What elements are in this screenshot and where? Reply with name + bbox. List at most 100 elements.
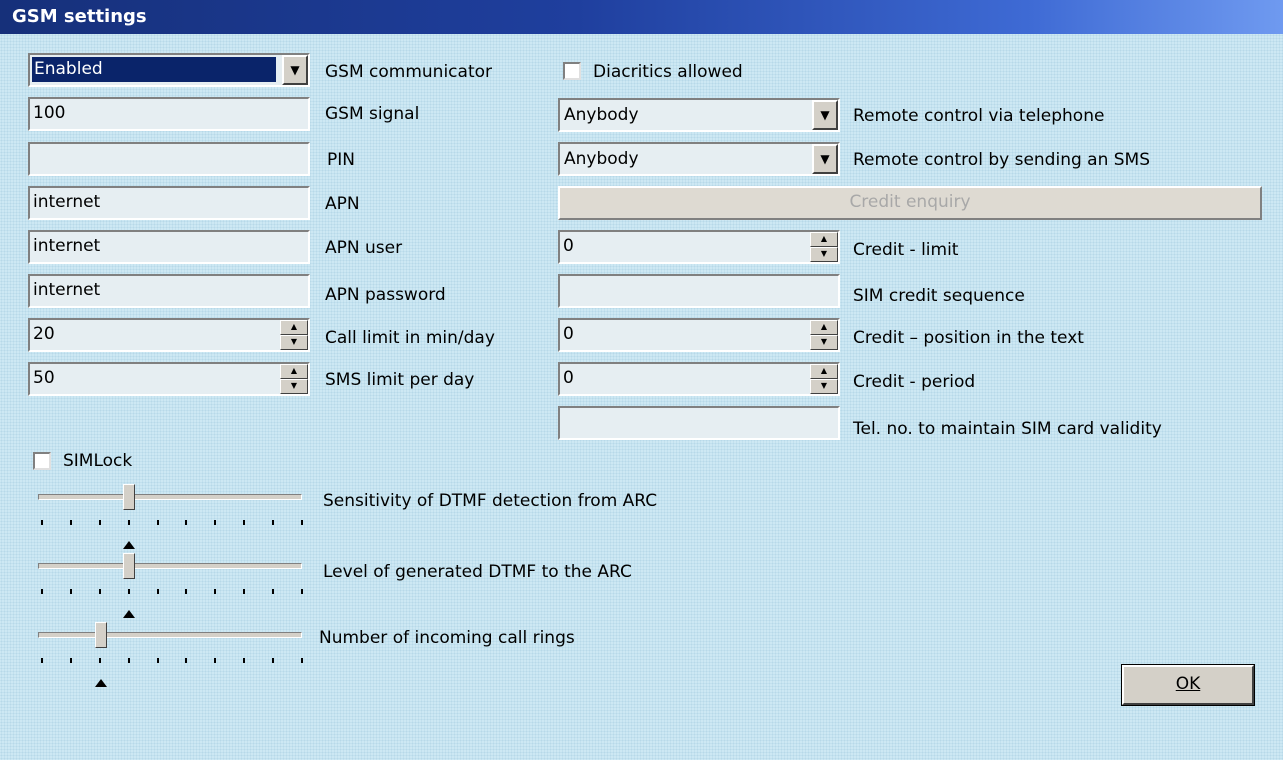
slider-track (38, 563, 302, 569)
spin-down-icon[interactable]: ▼ (810, 379, 838, 394)
slider-tick (98, 658, 101, 663)
credit-limit-stepper[interactable]: 0 ▲ ▼ (558, 230, 840, 264)
sms-limit-value: 50 (33, 368, 55, 388)
spin-up-icon[interactable]: ▲ (280, 320, 308, 335)
slider-tick (185, 520, 188, 525)
remote-sms-label: Remote control by sending an SMS (853, 150, 1151, 170)
spin-buttons[interactable]: ▲ ▼ (810, 320, 838, 350)
sim-credit-sequence-label: SIM credit sequence (853, 286, 1025, 306)
apn-field[interactable]: internet (28, 186, 310, 220)
simlock-checkbox[interactable] (33, 452, 51, 470)
credit-position-stepper[interactable]: 0 ▲ ▼ (558, 318, 840, 352)
slider-tick (185, 589, 188, 594)
slider-tick (69, 589, 72, 594)
slider-tick (272, 658, 275, 663)
slider-tick (69, 520, 72, 525)
spin-up-icon[interactable]: ▲ (810, 320, 838, 335)
tel-no-label: Tel. no. to maintain SIM card validity (853, 419, 1162, 439)
call-rings-slider[interactable] (38, 622, 308, 692)
ok-button[interactable]: OK (1121, 664, 1255, 706)
chevron-down-icon[interactable]: ▼ (282, 55, 308, 85)
credit-period-label: Credit - period (853, 372, 976, 392)
slider-tick (98, 520, 101, 525)
slider-tick (214, 658, 217, 663)
slider-tick (185, 658, 188, 663)
spin-down-icon[interactable]: ▼ (280, 335, 308, 350)
spin-up-icon[interactable]: ▲ (810, 364, 838, 379)
apn-user-field[interactable]: internet (28, 230, 310, 264)
slider-tick (243, 658, 246, 663)
spin-buttons[interactable]: ▲ ▼ (280, 364, 308, 394)
gsm-communicator-value: Enabled (32, 57, 276, 82)
dtmf-level-label: Level of generated DTMF to the ARC (323, 562, 632, 582)
spin-down-icon[interactable]: ▼ (810, 335, 838, 350)
gsm-communicator-select[interactable]: Enabled ▼ (28, 53, 310, 87)
call-limit-stepper[interactable]: 20 ▲ ▼ (28, 318, 310, 352)
remote-telephone-label: Remote control via telephone (853, 106, 1105, 126)
spin-down-icon[interactable]: ▼ (810, 247, 838, 262)
slider-thumb[interactable] (123, 484, 136, 510)
credit-enquiry-button[interactable]: Credit enquiry (558, 186, 1262, 220)
remote-telephone-select[interactable]: Anybody ▼ (558, 98, 840, 132)
slider-thumb[interactable] (123, 553, 136, 579)
sms-limit-stepper[interactable]: 50 ▲ ▼ (28, 362, 310, 396)
credit-position-label: Credit – position in the text (853, 328, 1084, 348)
remote-telephone-value: Anybody (564, 105, 639, 125)
slider-tick (127, 658, 130, 663)
slider-tick (156, 658, 159, 663)
slider-tick (214, 520, 217, 525)
credit-position-value: 0 (563, 324, 574, 344)
gsm-signal-label: GSM signal (325, 104, 420, 124)
remote-sms-select[interactable]: Anybody ▼ (558, 142, 840, 176)
apn-label: APN (325, 194, 360, 214)
spin-buttons[interactable]: ▲ ▼ (810, 232, 838, 262)
spin-up-icon[interactable]: ▲ (280, 364, 308, 379)
slider-tick (98, 589, 101, 594)
slider-tick (41, 589, 43, 594)
gsm-signal-field[interactable]: 100 (28, 97, 310, 131)
diacritics-label: Diacritics allowed (593, 62, 743, 82)
gsm-communicator-label: GSM communicator (325, 62, 492, 82)
pin-label: PIN (327, 150, 355, 170)
spin-buttons[interactable]: ▲ ▼ (280, 320, 308, 350)
slider-tick (156, 589, 159, 594)
slider-tick (41, 520, 43, 525)
slider-tick (301, 658, 303, 663)
window-title: GSM settings (12, 6, 147, 27)
slider-tick (243, 520, 246, 525)
dtmf-sensitivity-slider[interactable] (38, 484, 308, 554)
slider-tick (69, 658, 72, 663)
ok-button-label: OK (1175, 674, 1201, 694)
slider-tick (127, 520, 130, 525)
slider-thumb[interactable] (94, 622, 107, 648)
sim-credit-sequence-field[interactable] (558, 274, 840, 308)
slider-track (38, 632, 302, 638)
credit-period-value: 0 (563, 368, 574, 388)
slider-tick (214, 589, 217, 594)
chevron-down-icon[interactable]: ▼ (812, 144, 838, 174)
credit-period-stepper[interactable]: 0 ▲ ▼ (558, 362, 840, 396)
pin-field[interactable] (28, 142, 310, 176)
dtmf-level-slider[interactable] (38, 553, 308, 623)
dialog-client-area: Enabled ▼ GSM communicator 100 GSM signa… (0, 34, 1283, 760)
simlock-label: SIMLock (63, 451, 133, 471)
dtmf-sensitivity-label: Sensitivity of DTMF detection from ARC (323, 491, 658, 511)
triangle-up-icon (94, 679, 107, 687)
tel-no-field[interactable] (558, 406, 840, 440)
slider-tick (156, 520, 159, 525)
apn-password-field[interactable]: internet (28, 274, 310, 308)
triangle-up-icon (123, 610, 136, 618)
call-limit-label: Call limit in min/day (325, 328, 495, 348)
slider-track (38, 494, 302, 500)
slider-tick (301, 589, 303, 594)
diacritics-checkbox[interactable] (563, 62, 581, 80)
slider-tick (272, 520, 275, 525)
apn-user-label: APN user (325, 238, 403, 258)
triangle-up-icon (123, 541, 136, 549)
spin-buttons[interactable]: ▲ ▼ (810, 364, 838, 394)
chevron-down-icon[interactable]: ▼ (812, 100, 838, 130)
spin-up-icon[interactable]: ▲ (810, 232, 838, 247)
slider-tick (243, 589, 246, 594)
call-limit-value: 20 (33, 324, 55, 344)
spin-down-icon[interactable]: ▼ (280, 379, 308, 394)
